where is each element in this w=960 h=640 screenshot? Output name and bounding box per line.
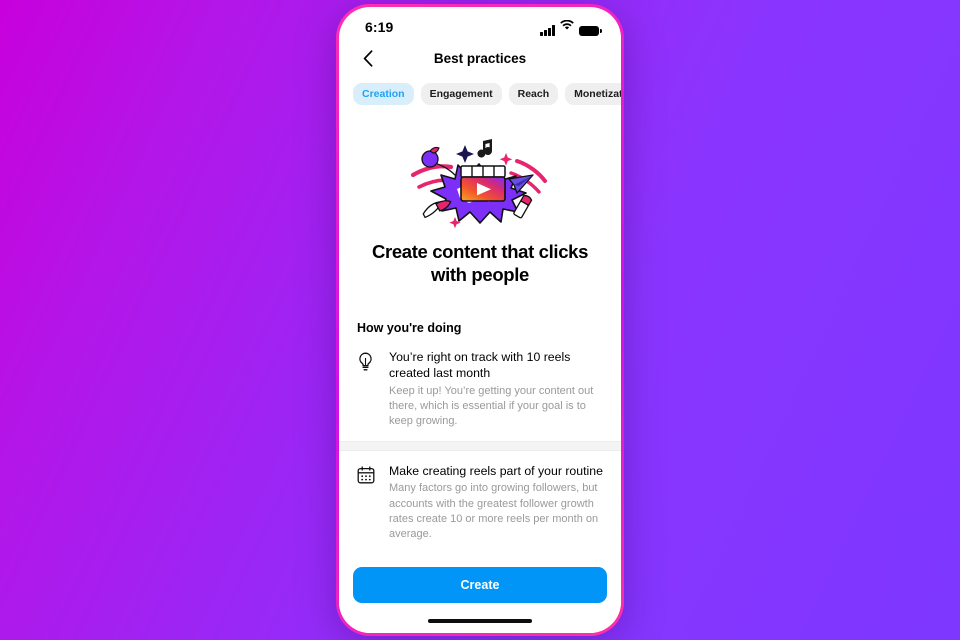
cellular-signal-icon — [540, 25, 555, 36]
content-scroll-area[interactable]: Create content that clicks with people H… — [339, 117, 621, 557]
tab-bar: Creation Engagement Reach Monetization — [339, 75, 621, 117]
tab-engagement[interactable]: Engagement — [420, 83, 502, 105]
status-time: 6:19 — [365, 19, 394, 35]
list-item-title: Capture attention with photos — [389, 556, 603, 557]
status-bar: 6:19 — [339, 7, 621, 41]
list-item[interactable]: You’re right on track with 10 reels crea… — [339, 343, 621, 441]
photo-icon — [357, 556, 377, 557]
create-button[interactable]: Create — [353, 567, 607, 603]
tab-creation[interactable]: Creation — [353, 83, 414, 105]
list-item-title: You’re right on track with 10 reels crea… — [389, 349, 571, 381]
section-heading: How you're doing — [357, 320, 462, 335]
list-item-description: Keep it up! You’re getting your content … — [389, 384, 594, 427]
home-indicator-area — [339, 609, 621, 633]
cta-container: Create — [339, 557, 621, 609]
nav-bar: Best practices — [339, 41, 621, 75]
status-icons — [540, 18, 602, 36]
list-item-description: Many factors go into growing followers, … — [389, 482, 599, 540]
reels-clapperboard-burst-illustration — [339, 117, 621, 237]
lightbulb-icon — [357, 349, 377, 429]
list-item[interactable]: Capture attention with photos If you pre… — [339, 554, 621, 557]
wifi-icon — [560, 18, 574, 36]
section-divider — [339, 441, 621, 452]
phone-screen: 6:19 Best practices Creation Engagement … — [339, 7, 621, 633]
list-item-body: Make creating reels part of your routine… — [389, 463, 603, 542]
tab-monetization[interactable]: Monetization — [565, 83, 621, 105]
home-indicator[interactable] — [428, 618, 532, 624]
hero-title: Create content that clicks with people — [371, 241, 589, 285]
page-title: Best practices — [433, 50, 527, 66]
list-item-body: You’re right on track with 10 reels crea… — [389, 349, 603, 429]
phone-frame: 6:19 Best practices Creation Engagement … — [336, 4, 624, 636]
list-item-title: Make creating reels part of your routine — [389, 464, 603, 479]
battery-full-icon — [579, 25, 602, 36]
tab-reach[interactable]: Reach — [508, 83, 559, 105]
calendar-icon — [357, 463, 377, 542]
list-item[interactable]: Make creating reels part of your routine… — [339, 451, 621, 554]
list-item-body: Capture attention with photos If you pre… — [389, 556, 603, 557]
chevron-left-icon[interactable] — [357, 47, 379, 69]
